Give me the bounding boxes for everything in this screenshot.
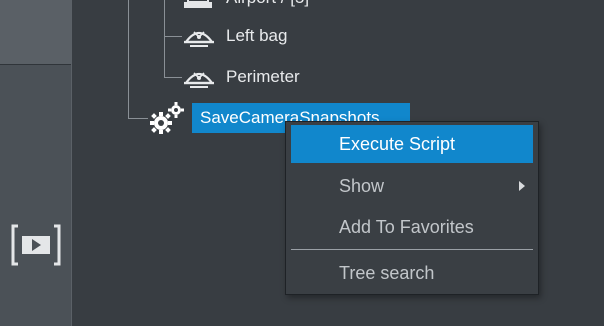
tree-connector [128,118,148,119]
dome-camera-icon [183,31,215,47]
tree-connector [164,36,182,37]
tree-item-label: Airport / [5] [226,0,309,8]
tree-item-perimeter[interactable]: Perimeter [182,65,300,89]
tree-item-airport[interactable]: Airport / [5] [182,0,309,10]
side-strip [0,0,72,326]
context-menu: Execute Script Show Add To Favorites Tre… [285,121,539,295]
menu-item-show[interactable]: Show [291,167,533,205]
submenu-arrow-icon [519,181,525,191]
tree-connector [164,77,182,78]
tree-item-label: Perimeter [226,67,300,86]
tree-item-left-bag[interactable]: Left bag [182,24,287,48]
tree-connector [164,0,165,78]
tree-connector [128,0,129,118]
gears-icon [150,102,184,134]
menu-separator [291,249,533,250]
menu-item-label: Show [339,176,385,196]
side-strip-top-panel [0,0,71,65]
menu-item-tree-search[interactable]: Tree search [291,254,533,292]
menu-item-label: Execute Script [339,134,456,154]
server-icon [184,0,212,8]
tree-item-label: Left bag [226,26,288,45]
menu-item-add-to-favorites[interactable]: Add To Favorites [291,208,533,246]
menu-item-label: Add To Favorites [339,217,474,237]
menu-item-execute-script[interactable]: Execute Script [291,125,533,163]
menu-item-label: Tree search [339,263,435,283]
video-frame-icon[interactable] [10,222,62,268]
dome-camera-icon [183,72,215,88]
